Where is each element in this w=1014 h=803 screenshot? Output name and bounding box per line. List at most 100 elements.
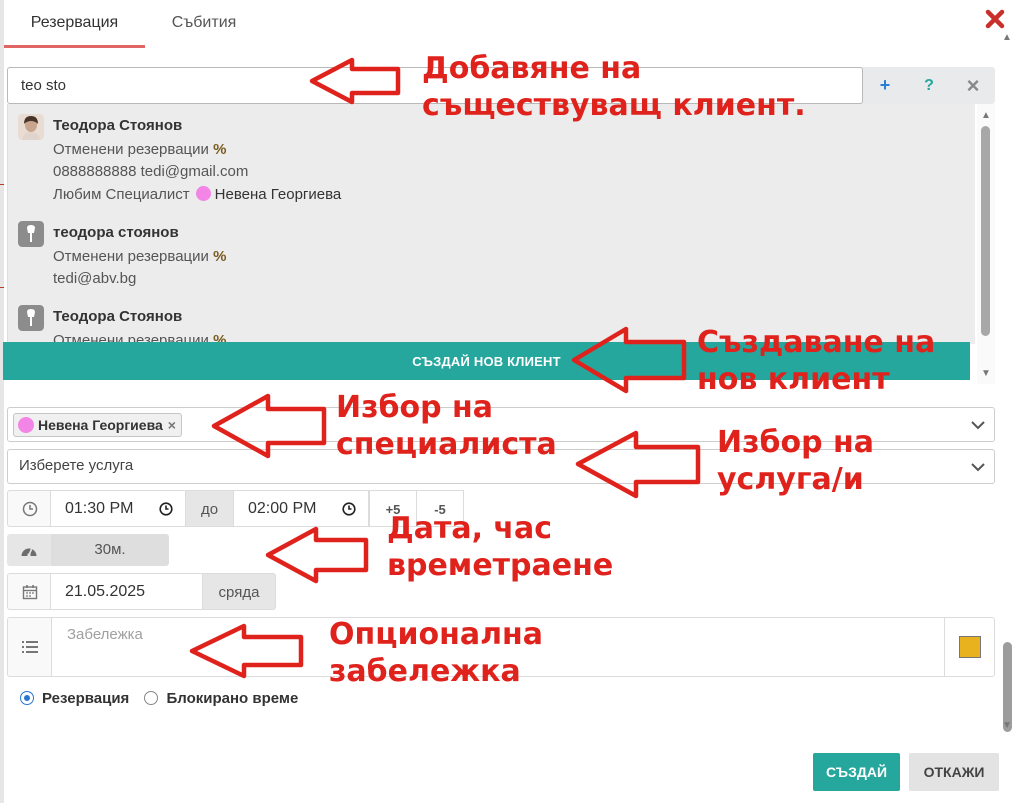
- annotation-line: Добавяне на: [422, 51, 642, 86]
- weekday-label: сряда: [202, 573, 276, 610]
- color-picker-swatch[interactable]: [959, 636, 981, 658]
- time-picker-icon[interactable]: [159, 502, 173, 516]
- chevron-down-icon: [971, 463, 985, 472]
- end-time-input[interactable]: 02:00 PM: [233, 490, 369, 527]
- reservation-option-label: Резервация: [42, 690, 130, 707]
- client-results-list: Теодора Стоянов Отменени резервации % 08…: [7, 104, 975, 344]
- reservation-radio[interactable]: [20, 691, 34, 705]
- scroll-up-icon[interactable]: ▲: [1001, 32, 1013, 44]
- add-client-button[interactable]: +: [865, 67, 905, 104]
- end-time-value: 02:00 PM: [248, 500, 317, 517]
- client-name: теодора стоянов: [53, 224, 179, 241]
- results-scrollbar[interactable]: ▲ ▼: [977, 104, 995, 384]
- annotation-line: услуга/и: [717, 462, 864, 497]
- client-photo-avatar: [18, 114, 44, 140]
- client-name: Теодора Стоянов: [53, 117, 183, 134]
- annotation-line: Избор на: [717, 425, 874, 460]
- annotation-line: Създаване на: [697, 325, 936, 360]
- tab-events[interactable]: Събития: [159, 0, 249, 48]
- cancelled-info: Отменени резервации %: [53, 141, 226, 158]
- client-contact: tedi@abv.bg: [53, 270, 137, 287]
- blocked-time-option[interactable]: Блокирано време: [144, 690, 298, 707]
- specialist-color-dot: [18, 417, 34, 433]
- date-value: 21.05.2025: [65, 583, 146, 600]
- favorite-label: Любим Специалист: [53, 186, 190, 203]
- cancelled-label: Отменени резервации: [53, 248, 209, 265]
- modal-scrollbar[interactable]: ▲ ▼: [1000, 30, 1014, 735]
- edge-mark: [0, 184, 4, 185]
- annotation-line: Избор на: [336, 390, 493, 425]
- annotation-line: нов клиент: [697, 362, 890, 397]
- scroll-down-icon[interactable]: ▼: [1001, 720, 1013, 732]
- default-avatar-icon: [18, 305, 44, 331]
- annotation-line: съществуващ клиент.: [422, 88, 806, 123]
- favorite-specialist: Невена Георгиева: [214, 186, 342, 203]
- annotation-line: Опционална: [329, 617, 544, 652]
- chevron-down-icon: [971, 421, 985, 430]
- blocked-time-option-label: Блокирано време: [166, 690, 299, 707]
- time-separator: до: [185, 490, 234, 527]
- time-picker-icon[interactable]: [342, 502, 356, 516]
- time-row: 01:30 PM до 02:00 PM +5 -5: [7, 490, 464, 527]
- booking-type-options: Резервация Блокирано време: [20, 690, 298, 712]
- client-contact: 0888888888 tedi@gmail.com: [53, 163, 249, 180]
- background-page-edge: [0, 0, 4, 803]
- annotation-date-time: Дата, час времетраене: [387, 510, 613, 584]
- scroll-up-icon[interactable]: ▲: [980, 110, 992, 122]
- help-button[interactable]: ?: [909, 67, 949, 104]
- clock-icon: [22, 501, 38, 517]
- service-placeholder: Изберете услуга: [19, 457, 134, 474]
- cancelled-percent: %: [213, 141, 227, 158]
- cancelled-label: Отменени резервации: [53, 141, 209, 158]
- annotation-line: Дата, час: [387, 511, 553, 546]
- cancel-button[interactable]: ОТКАЖИ: [909, 753, 999, 791]
- cancelled-percent: %: [213, 248, 227, 265]
- client-name: Теодора Стоянов: [53, 308, 183, 325]
- tab-reservation[interactable]: Резервация: [4, 0, 145, 48]
- clear-search-button[interactable]: ×: [953, 67, 993, 104]
- specialist-name: Невена Георгиева: [38, 417, 163, 433]
- reservation-option[interactable]: Резервация: [20, 690, 129, 707]
- annotation-create-new: Създаване на нов клиент: [697, 324, 935, 398]
- arrow-to-date-time: [265, 526, 369, 584]
- annotation-choose-specialist: Избор на специалиста: [336, 389, 557, 463]
- cancelled-info: Отменени резервации %: [53, 248, 226, 265]
- scroll-thumb[interactable]: [1003, 642, 1012, 732]
- date-input[interactable]: 21.05.2025: [50, 573, 203, 610]
- start-time-input[interactable]: 01:30 PM: [50, 490, 186, 527]
- plus-icon: +: [879, 75, 891, 95]
- clock-icon-cell: [7, 490, 51, 527]
- remove-specialist-icon[interactable]: ×: [168, 417, 176, 433]
- annotation-optional-note: Опционална забележка: [329, 616, 543, 690]
- default-avatar-icon: [18, 221, 44, 247]
- tab-bar: Резервация Събития: [4, 0, 1014, 50]
- close-icon[interactable]: [984, 8, 1006, 30]
- annotation-add-existing: Добавяне на съществуващ клиент.: [422, 50, 806, 124]
- annotation-line: времетраене: [387, 548, 614, 583]
- list-icon: [22, 641, 38, 653]
- calendar-icon: [22, 585, 38, 600]
- client-result-item[interactable]: теодора стоянов Отменени резервации % te…: [8, 211, 968, 301]
- annotation-line: специалиста: [336, 427, 557, 462]
- annotation-line: забележка: [329, 654, 521, 689]
- gauge-icon-cell: [7, 534, 51, 566]
- list-icon-cell: [8, 618, 52, 676]
- question-icon: ?: [924, 77, 934, 94]
- favorite-info: Любим Специалист Невена Георгиева: [53, 186, 341, 203]
- scroll-thumb[interactable]: [981, 126, 990, 336]
- scroll-down-icon[interactable]: ▼: [980, 368, 992, 380]
- start-time-value: 01:30 PM: [65, 500, 134, 517]
- annotation-choose-service: Избор на услуга/и: [717, 424, 874, 498]
- speedometer-icon: [21, 547, 37, 557]
- duration-value[interactable]: 30м.: [51, 534, 169, 566]
- specialist-chip: Невена Георгиева ×: [13, 413, 182, 437]
- date-row: 21.05.2025 сряда: [7, 573, 277, 610]
- clear-icon: ×: [966, 73, 980, 98]
- create-button[interactable]: СЪЗДАЙ: [813, 753, 900, 791]
- duration-row: 30м.: [7, 534, 169, 566]
- blocked-time-radio[interactable]: [144, 691, 159, 705]
- specialist-color-dot: [195, 186, 211, 201]
- calendar-icon-cell: [7, 573, 51, 610]
- edge-mark: [0, 287, 4, 288]
- note-color-cell: [944, 618, 994, 676]
